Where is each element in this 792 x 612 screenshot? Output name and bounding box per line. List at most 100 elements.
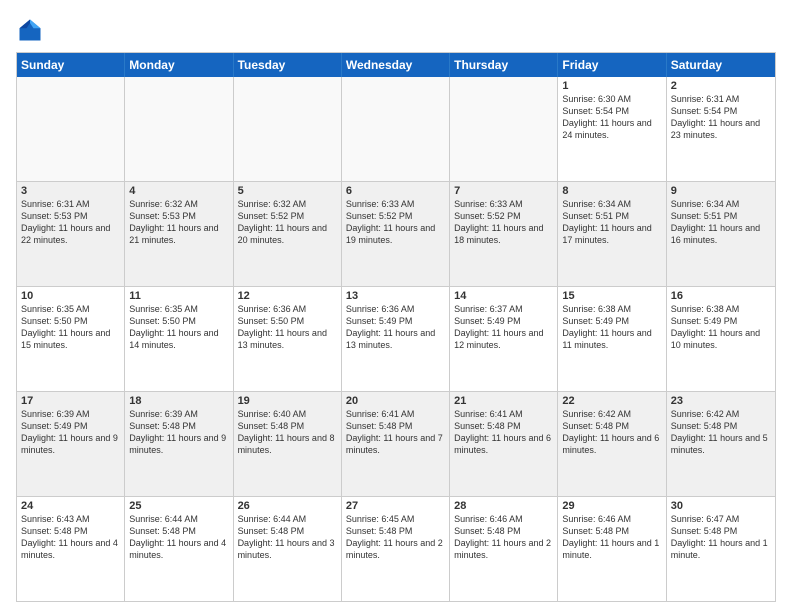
cell-detail: Sunrise: 6:33 AM Sunset: 5:52 PM Dayligh… [346, 198, 445, 247]
day-number: 30 [671, 500, 771, 512]
calendar-cell-2-4: 14Sunrise: 6:37 AM Sunset: 5:49 PM Dayli… [450, 287, 558, 391]
day-number: 1 [562, 80, 661, 92]
calendar-cell-2-5: 15Sunrise: 6:38 AM Sunset: 5:49 PM Dayli… [558, 287, 666, 391]
day-number: 25 [129, 500, 228, 512]
calendar-header: SundayMondayTuesdayWednesdayThursdayFrid… [17, 53, 775, 77]
header-day-wednesday: Wednesday [342, 53, 450, 77]
calendar-cell-0-3 [342, 77, 450, 181]
header-day-thursday: Thursday [450, 53, 558, 77]
cell-detail: Sunrise: 6:45 AM Sunset: 5:48 PM Dayligh… [346, 513, 445, 562]
calendar-cell-3-1: 18Sunrise: 6:39 AM Sunset: 5:48 PM Dayli… [125, 392, 233, 496]
cell-detail: Sunrise: 6:34 AM Sunset: 5:51 PM Dayligh… [562, 198, 661, 247]
calendar-row-1: 3Sunrise: 6:31 AM Sunset: 5:53 PM Daylig… [17, 181, 775, 286]
calendar-row-2: 10Sunrise: 6:35 AM Sunset: 5:50 PM Dayli… [17, 286, 775, 391]
cell-detail: Sunrise: 6:43 AM Sunset: 5:48 PM Dayligh… [21, 513, 120, 562]
day-number: 23 [671, 395, 771, 407]
cell-detail: Sunrise: 6:38 AM Sunset: 5:49 PM Dayligh… [671, 303, 771, 352]
calendar-cell-2-6: 16Sunrise: 6:38 AM Sunset: 5:49 PM Dayli… [667, 287, 775, 391]
cell-detail: Sunrise: 6:34 AM Sunset: 5:51 PM Dayligh… [671, 198, 771, 247]
calendar-row-0: 1Sunrise: 6:30 AM Sunset: 5:54 PM Daylig… [17, 77, 775, 181]
day-number: 27 [346, 500, 445, 512]
cell-detail: Sunrise: 6:35 AM Sunset: 5:50 PM Dayligh… [21, 303, 120, 352]
logo-icon [16, 16, 44, 44]
day-number: 11 [129, 290, 228, 302]
calendar-cell-0-4 [450, 77, 558, 181]
calendar-cell-0-1 [125, 77, 233, 181]
calendar-cell-4-2: 26Sunrise: 6:44 AM Sunset: 5:48 PM Dayli… [234, 497, 342, 601]
cell-detail: Sunrise: 6:39 AM Sunset: 5:49 PM Dayligh… [21, 408, 120, 457]
calendar-cell-2-2: 12Sunrise: 6:36 AM Sunset: 5:50 PM Dayli… [234, 287, 342, 391]
cell-detail: Sunrise: 6:33 AM Sunset: 5:52 PM Dayligh… [454, 198, 553, 247]
day-number: 8 [562, 185, 661, 197]
calendar-cell-1-6: 9Sunrise: 6:34 AM Sunset: 5:51 PM Daylig… [667, 182, 775, 286]
day-number: 2 [671, 80, 771, 92]
header-day-sunday: Sunday [17, 53, 125, 77]
calendar-cell-4-3: 27Sunrise: 6:45 AM Sunset: 5:48 PM Dayli… [342, 497, 450, 601]
calendar-cell-0-6: 2Sunrise: 6:31 AM Sunset: 5:54 PM Daylig… [667, 77, 775, 181]
day-number: 13 [346, 290, 445, 302]
day-number: 18 [129, 395, 228, 407]
calendar-row-4: 24Sunrise: 6:43 AM Sunset: 5:48 PM Dayli… [17, 496, 775, 601]
day-number: 12 [238, 290, 337, 302]
calendar-cell-1-1: 4Sunrise: 6:32 AM Sunset: 5:53 PM Daylig… [125, 182, 233, 286]
cell-detail: Sunrise: 6:30 AM Sunset: 5:54 PM Dayligh… [562, 93, 661, 142]
cell-detail: Sunrise: 6:35 AM Sunset: 5:50 PM Dayligh… [129, 303, 228, 352]
page: SundayMondayTuesdayWednesdayThursdayFrid… [0, 0, 792, 612]
cell-detail: Sunrise: 6:32 AM Sunset: 5:53 PM Dayligh… [129, 198, 228, 247]
day-number: 6 [346, 185, 445, 197]
calendar-cell-4-1: 25Sunrise: 6:44 AM Sunset: 5:48 PM Dayli… [125, 497, 233, 601]
cell-detail: Sunrise: 6:38 AM Sunset: 5:49 PM Dayligh… [562, 303, 661, 352]
day-number: 3 [21, 185, 120, 197]
day-number: 17 [21, 395, 120, 407]
cell-detail: Sunrise: 6:32 AM Sunset: 5:52 PM Dayligh… [238, 198, 337, 247]
day-number: 5 [238, 185, 337, 197]
calendar-cell-1-2: 5Sunrise: 6:32 AM Sunset: 5:52 PM Daylig… [234, 182, 342, 286]
cell-detail: Sunrise: 6:44 AM Sunset: 5:48 PM Dayligh… [238, 513, 337, 562]
calendar-cell-4-0: 24Sunrise: 6:43 AM Sunset: 5:48 PM Dayli… [17, 497, 125, 601]
calendar-cell-1-3: 6Sunrise: 6:33 AM Sunset: 5:52 PM Daylig… [342, 182, 450, 286]
cell-detail: Sunrise: 6:36 AM Sunset: 5:50 PM Dayligh… [238, 303, 337, 352]
calendar-cell-3-2: 19Sunrise: 6:40 AM Sunset: 5:48 PM Dayli… [234, 392, 342, 496]
calendar-cell-3-0: 17Sunrise: 6:39 AM Sunset: 5:49 PM Dayli… [17, 392, 125, 496]
header-day-saturday: Saturday [667, 53, 775, 77]
day-number: 22 [562, 395, 661, 407]
cell-detail: Sunrise: 6:47 AM Sunset: 5:48 PM Dayligh… [671, 513, 771, 562]
cell-detail: Sunrise: 6:31 AM Sunset: 5:54 PM Dayligh… [671, 93, 771, 142]
calendar-cell-2-0: 10Sunrise: 6:35 AM Sunset: 5:50 PM Dayli… [17, 287, 125, 391]
calendar-cell-1-5: 8Sunrise: 6:34 AM Sunset: 5:51 PM Daylig… [558, 182, 666, 286]
day-number: 9 [671, 185, 771, 197]
day-number: 10 [21, 290, 120, 302]
day-number: 20 [346, 395, 445, 407]
day-number: 16 [671, 290, 771, 302]
calendar-cell-4-4: 28Sunrise: 6:46 AM Sunset: 5:48 PM Dayli… [450, 497, 558, 601]
cell-detail: Sunrise: 6:37 AM Sunset: 5:49 PM Dayligh… [454, 303, 553, 352]
header-day-friday: Friday [558, 53, 666, 77]
day-number: 28 [454, 500, 553, 512]
calendar-cell-3-6: 23Sunrise: 6:42 AM Sunset: 5:48 PM Dayli… [667, 392, 775, 496]
calendar-cell-2-1: 11Sunrise: 6:35 AM Sunset: 5:50 PM Dayli… [125, 287, 233, 391]
day-number: 21 [454, 395, 553, 407]
logo [16, 16, 48, 44]
day-number: 14 [454, 290, 553, 302]
cell-detail: Sunrise: 6:44 AM Sunset: 5:48 PM Dayligh… [129, 513, 228, 562]
calendar-row-3: 17Sunrise: 6:39 AM Sunset: 5:49 PM Dayli… [17, 391, 775, 496]
calendar-cell-2-3: 13Sunrise: 6:36 AM Sunset: 5:49 PM Dayli… [342, 287, 450, 391]
calendar-cell-1-0: 3Sunrise: 6:31 AM Sunset: 5:53 PM Daylig… [17, 182, 125, 286]
header [16, 16, 776, 44]
day-number: 15 [562, 290, 661, 302]
calendar-cell-3-5: 22Sunrise: 6:42 AM Sunset: 5:48 PM Dayli… [558, 392, 666, 496]
day-number: 19 [238, 395, 337, 407]
day-number: 24 [21, 500, 120, 512]
cell-detail: Sunrise: 6:36 AM Sunset: 5:49 PM Dayligh… [346, 303, 445, 352]
day-number: 26 [238, 500, 337, 512]
cell-detail: Sunrise: 6:46 AM Sunset: 5:48 PM Dayligh… [454, 513, 553, 562]
calendar-cell-4-6: 30Sunrise: 6:47 AM Sunset: 5:48 PM Dayli… [667, 497, 775, 601]
cell-detail: Sunrise: 6:40 AM Sunset: 5:48 PM Dayligh… [238, 408, 337, 457]
cell-detail: Sunrise: 6:41 AM Sunset: 5:48 PM Dayligh… [346, 408, 445, 457]
calendar: SundayMondayTuesdayWednesdayThursdayFrid… [16, 52, 776, 602]
header-day-monday: Monday [125, 53, 233, 77]
cell-detail: Sunrise: 6:42 AM Sunset: 5:48 PM Dayligh… [671, 408, 771, 457]
day-number: 7 [454, 185, 553, 197]
header-day-tuesday: Tuesday [234, 53, 342, 77]
calendar-body: 1Sunrise: 6:30 AM Sunset: 5:54 PM Daylig… [17, 77, 775, 601]
